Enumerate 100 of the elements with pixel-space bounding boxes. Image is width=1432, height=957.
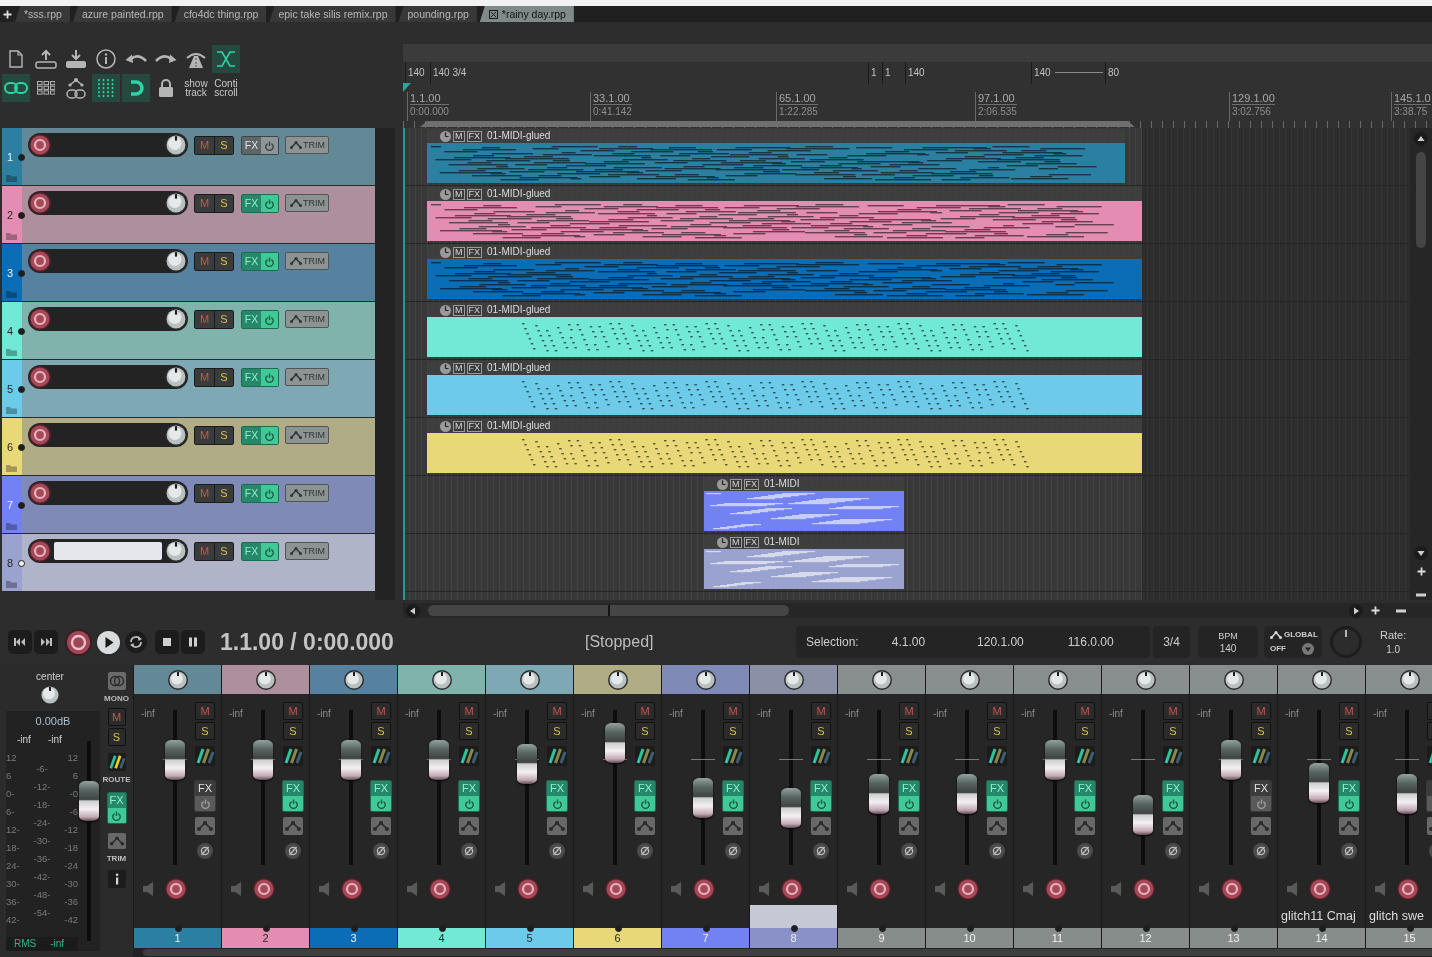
track-header[interactable]: M S FX TRIM — [22, 302, 375, 359]
mute-button[interactable]: M — [811, 702, 831, 720]
play-icon[interactable] — [95, 628, 122, 656]
item-fx-button[interactable]: FX — [466, 130, 482, 142]
envelope-icon[interactable] — [1163, 817, 1183, 835]
phase-invert-icon[interactable] — [549, 843, 565, 859]
fader-thumb[interactable] — [165, 739, 185, 780]
route-icon[interactable] — [107, 753, 126, 771]
trim-button[interactable]: TRIM — [285, 426, 329, 444]
solo-button[interactable]: S — [723, 722, 743, 740]
fx-button[interactable]: FX — [283, 781, 303, 796]
fx-bypass-button[interactable] — [261, 485, 278, 502]
item-mute-button[interactable]: M — [730, 536, 742, 548]
knob-icon[interactable] — [343, 669, 364, 690]
trim-button[interactable]: TRIM — [285, 136, 329, 154]
track-color-strip[interactable]: 5 — [2, 360, 22, 417]
project-tab[interactable]: epic take silis remix.rpp — [269, 6, 396, 22]
fader-thumb[interactable] — [693, 778, 713, 819]
fx-bypass-button[interactable] — [261, 427, 278, 444]
record-arm-icon[interactable] — [1221, 877, 1243, 900]
fx-bypass-button[interactable] — [261, 195, 278, 212]
envelope-icon[interactable] — [195, 817, 215, 835]
fader-thumb[interactable] — [781, 787, 801, 828]
new-tab-icon[interactable] — [3, 9, 12, 19]
solo-button[interactable]: S — [811, 722, 831, 740]
route-icon[interactable] — [195, 746, 215, 766]
solo-button[interactable]: S — [214, 137, 233, 154]
knob-icon[interactable] — [255, 669, 276, 690]
knob-icon[interactable] — [40, 685, 60, 705]
midi-item[interactable]: M FX 01-MIDI — [704, 477, 904, 531]
solo-button[interactable]: S — [214, 427, 233, 444]
fx-bypass-button[interactable] — [459, 796, 479, 811]
track-color-strip[interactable]: 1 — [134, 928, 221, 948]
record-arm-icon[interactable] — [29, 308, 51, 330]
solo-button[interactable]: S — [1251, 722, 1271, 740]
track-color-strip[interactable]: 1 — [2, 128, 22, 185]
solo-button[interactable]: S — [214, 543, 233, 560]
meter-mode-label[interactable]: RMS — [14, 938, 37, 950]
fx-bypass-button[interactable] — [195, 796, 215, 811]
record-arm-icon[interactable] — [781, 877, 803, 900]
route-icon[interactable] — [1163, 746, 1183, 766]
fx-bypass-button[interactable] — [1251, 796, 1271, 811]
record-arm-icon[interactable] — [429, 877, 451, 900]
scroll-left-icon[interactable] — [406, 603, 420, 618]
solo-button[interactable]: S — [1163, 722, 1183, 740]
fx-bypass-button[interactable] — [261, 137, 278, 154]
fader-thumb[interactable] — [1045, 739, 1065, 780]
track-color-strip[interactable]: 6 — [2, 418, 22, 475]
item-mute-button[interactable]: M — [453, 304, 465, 316]
phase-invert-icon[interactable] — [373, 843, 389, 859]
arrange-view[interactable]: M FX 01-MIDI-glued M FX 01-MIDI-glued M FX 01-MIDI-glued M FX 01-MIDI-glued M FX 01-MIDI-glued M FX 01-MIDI-glued M FX 01-MIDI M FX 01-MIDI — [403, 128, 1410, 600]
fx-button[interactable]: FX — [195, 781, 215, 796]
record-arm-icon[interactable] — [165, 877, 187, 900]
item-fx-button[interactable]: FX — [466, 188, 482, 200]
track-header[interactable]: M S FX TRIM — [22, 244, 375, 301]
trim-button[interactable]: TRIM — [285, 310, 329, 328]
track-header[interactable]: M S FX TRIM — [22, 476, 375, 533]
solo-button[interactable]: S — [459, 722, 479, 740]
fader-thumb[interactable] — [1221, 739, 1241, 780]
fx-button[interactable]: FX — [1075, 781, 1095, 796]
record-arm-icon[interactable] — [1045, 877, 1067, 900]
knob-icon[interactable] — [783, 669, 804, 690]
record-arm-icon[interactable] — [957, 877, 979, 900]
loop-icon[interactable] — [125, 631, 147, 653]
midi-item[interactable]: M FX 01-MIDI-glued — [427, 361, 1142, 415]
phase-invert-icon[interactable] — [1165, 843, 1181, 859]
mute-button[interactable]: M — [987, 702, 1007, 720]
fader-thumb[interactable] — [1397, 773, 1417, 814]
track-header[interactable]: M S FX TRIM — [22, 418, 375, 475]
record-arm-icon[interactable] — [517, 877, 539, 900]
fader-thumb[interactable] — [253, 739, 273, 780]
envelope-icon[interactable] — [899, 817, 919, 835]
record-arm-icon[interactable] — [29, 482, 51, 504]
route-icon[interactable] — [987, 746, 1007, 766]
mute-button[interactable]: M — [1163, 702, 1183, 720]
mute-button[interactable]: M — [195, 702, 215, 720]
knob-icon[interactable] — [165, 424, 187, 446]
pause-icon[interactable] — [181, 630, 205, 654]
knob-icon[interactable] — [165, 192, 187, 214]
midi-item[interactable]: M FX 01-MIDI-glued — [427, 419, 1142, 473]
envelope-icon[interactable] — [723, 817, 743, 835]
track-color-strip[interactable]: 8 — [2, 534, 22, 591]
mute-button[interactable]: M — [1251, 702, 1271, 720]
midi-item[interactable]: M FX 01-MIDI-glued — [427, 129, 1125, 183]
fader-thumb[interactable] — [517, 744, 537, 785]
fx-button[interactable]: FX — [242, 137, 261, 154]
mute-button[interactable]: M — [547, 702, 567, 720]
route-icon[interactable] — [723, 746, 743, 766]
item-fx-button[interactable]: FX — [466, 304, 482, 316]
record-arm-icon[interactable] — [253, 877, 275, 900]
fx-button[interactable]: FX — [242, 485, 261, 502]
envelope-icon[interactable] — [547, 817, 567, 835]
record-arm-icon[interactable] — [605, 877, 627, 900]
knob-icon[interactable] — [167, 669, 188, 690]
phase-invert-icon[interactable] — [461, 843, 477, 859]
item-fx-button[interactable]: FX — [743, 536, 759, 548]
record-arm-icon[interactable] — [693, 877, 715, 900]
knob-icon[interactable] — [431, 669, 452, 690]
fx-button[interactable]: FX — [723, 781, 743, 796]
track-color-strip[interactable]: 2 — [2, 186, 22, 243]
